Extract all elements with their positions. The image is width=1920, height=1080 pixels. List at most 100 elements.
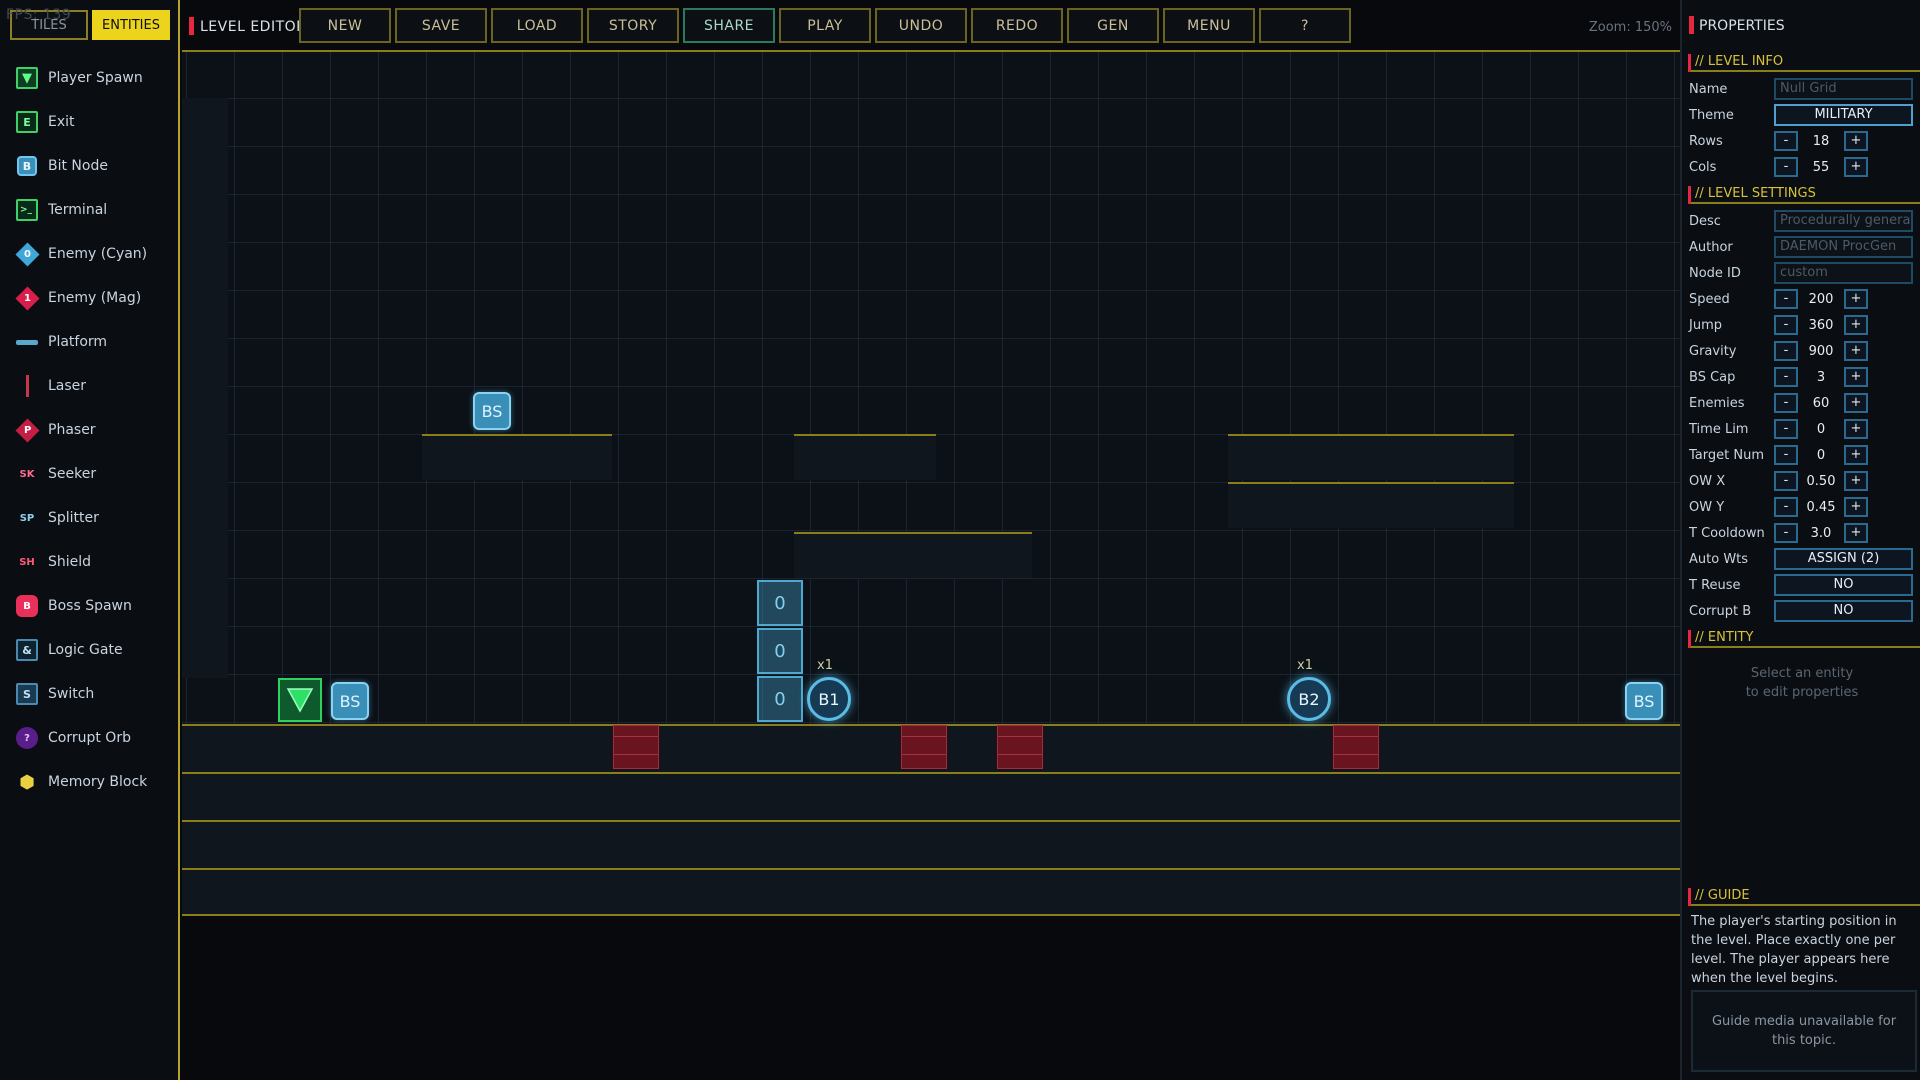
t-reuse-toggle[interactable]: NO [1774, 574, 1913, 596]
time-lim-increment-button[interactable]: + [1844, 419, 1868, 439]
palette-item-shield[interactable]: SH Shield [0, 540, 178, 584]
palette-item-memory-block[interactable]: ⬢ Memory Block [0, 760, 178, 804]
redo-button[interactable]: REDO [971, 8, 1063, 43]
tile-grid[interactable] [182, 50, 1680, 916]
story-button[interactable]: STORY [587, 8, 679, 43]
laser-tile[interactable] [901, 725, 947, 769]
prop-node-id: Node ID custom [1689, 262, 1919, 286]
load-button[interactable]: LOAD [491, 8, 583, 43]
menu-button[interactable]: MENU [1163, 8, 1255, 43]
ow-x-decrement-button[interactable]: - [1774, 471, 1798, 491]
palette-item-corrupt-orb[interactable]: ? Corrupt Orb [0, 716, 178, 760]
author-input[interactable]: DAEMON ProcGen [1774, 236, 1913, 258]
prop-label: BS Cap [1689, 370, 1736, 385]
palette-item-bit-node[interactable]: B Bit Node [0, 144, 178, 188]
tab-entities[interactable]: ENTITIES [92, 10, 170, 40]
laser-tile[interactable] [613, 725, 659, 769]
desc-input[interactable]: Procedurally generated [1774, 210, 1913, 232]
palette-item-enemy-cyan[interactable]: 0 Enemy (Cyan) [0, 232, 178, 276]
bit-tile[interactable]: 0 [757, 580, 803, 626]
prop-label: T Reuse [1689, 578, 1741, 593]
name-input[interactable]: Null Grid [1774, 78, 1913, 100]
bit-tile[interactable]: 0 [757, 676, 803, 722]
palette-item-seeker[interactable]: SK Seeker [0, 452, 178, 496]
t-cooldown-decrement-button[interactable]: - [1774, 523, 1798, 543]
corrupt-b-toggle[interactable]: NO [1774, 600, 1913, 622]
prop-gravity: Gravity -900 + [1689, 340, 1919, 364]
bs-entity[interactable]: BS [331, 682, 369, 720]
undo-button[interactable]: UNDO [875, 8, 967, 43]
platform-edge [794, 532, 1032, 534]
entity-list: ▼ Player Spawn E Exit B Bit Node >_ Term… [0, 56, 178, 804]
platform-tile [1228, 434, 1514, 480]
palette-item-splitter[interactable]: SP Splitter [0, 496, 178, 540]
bit-tile[interactable]: 0 [757, 628, 803, 674]
target-num-increment-button[interactable]: + [1844, 445, 1868, 465]
prop-label: Time Lim [1689, 422, 1749, 437]
bs-entity[interactable]: BS [473, 392, 511, 430]
ow-y-decrement-button[interactable]: - [1774, 497, 1798, 517]
corrupt-orb-icon: ? [14, 725, 40, 751]
rows-decrement-button[interactable]: - [1774, 131, 1798, 151]
level-canvas[interactable]: 0 0 0 BS BS BS x1 B1 x1 B2 [182, 50, 1680, 1080]
bs-entity[interactable]: BS [1625, 682, 1663, 720]
prop-label: Target Num [1689, 448, 1764, 463]
rows-increment-button[interactable]: + [1844, 131, 1868, 151]
laser-tile[interactable] [1333, 725, 1379, 769]
palette-item-label: Logic Gate [48, 642, 123, 658]
palette-item-logic-gate[interactable]: & Logic Gate [0, 628, 178, 672]
palette-item-label: Memory Block [48, 774, 148, 790]
speed-decrement-button[interactable]: - [1774, 289, 1798, 309]
auto-weights-button[interactable]: ASSIGN (2) [1774, 548, 1913, 570]
palette-item-platform[interactable]: Platform [0, 320, 178, 364]
palette-item-exit[interactable]: E Exit [0, 100, 178, 144]
enemies-increment-button[interactable]: + [1844, 393, 1868, 413]
palette-item-switch[interactable]: S Switch [0, 672, 178, 716]
prop-theme: Theme MILITARY [1689, 104, 1919, 128]
boss-entity-b2[interactable]: B2 [1287, 677, 1331, 721]
save-button[interactable]: SAVE [395, 8, 487, 43]
boss-spawn-icon: B [14, 593, 40, 619]
ow-x-increment-button[interactable]: + [1844, 471, 1868, 491]
prop-label: Theme [1689, 108, 1734, 123]
speed-increment-button[interactable]: + [1844, 289, 1868, 309]
prop-bs-cap: BS Cap - 3 + [1689, 366, 1919, 390]
gravity-increment-button[interactable]: + [1844, 341, 1868, 361]
target-num-decrement-button[interactable]: - [1774, 445, 1798, 465]
palette-item-boss-spawn[interactable]: B Boss Spawn [0, 584, 178, 628]
cols-increment-button[interactable]: + [1844, 157, 1868, 177]
target-num-value: 0 [1816, 448, 1826, 463]
ow-y-increment-button[interactable]: + [1844, 497, 1868, 517]
time-lim-decrement-button[interactable]: - [1774, 419, 1798, 439]
floor-edge [182, 914, 1680, 916]
bs-cap-decrement-button[interactable]: - [1774, 367, 1798, 387]
help-button[interactable]: ? [1259, 8, 1351, 43]
enemies-decrement-button[interactable]: - [1774, 393, 1798, 413]
new-button[interactable]: NEW [299, 8, 391, 43]
palette-item-player-spawn[interactable]: ▼ Player Spawn [0, 56, 178, 100]
prop-rows: Rows - 18 + [1689, 130, 1919, 154]
share-button[interactable]: SHARE [683, 8, 775, 43]
palette-item-laser[interactable]: Laser [0, 364, 178, 408]
boss-entity-b1[interactable]: B1 [807, 677, 851, 721]
node-id-input[interactable]: custom [1774, 262, 1913, 284]
laser-icon [14, 373, 40, 399]
terminal-icon: >_ [14, 197, 40, 223]
player-spawn-entity[interactable] [278, 678, 322, 722]
palette-item-terminal[interactable]: >_ Terminal [0, 188, 178, 232]
play-button[interactable]: PLAY [779, 8, 871, 43]
jump-increment-button[interactable]: + [1844, 315, 1868, 335]
cols-decrement-button[interactable]: - [1774, 157, 1798, 177]
laser-tile[interactable] [997, 725, 1043, 769]
jump-decrement-button[interactable]: - [1774, 315, 1798, 335]
ow-y-value: 0.45 [1806, 500, 1836, 515]
theme-select[interactable]: MILITARY [1774, 104, 1913, 126]
t-cooldown-increment-button[interactable]: + [1844, 523, 1868, 543]
bs-cap-increment-button[interactable]: + [1844, 367, 1868, 387]
palette-item-enemy-magenta[interactable]: 1 Enemy (Mag) [0, 276, 178, 320]
gen-button[interactable]: GEN [1067, 8, 1159, 43]
prop-t-reuse: T Reuse NO [1689, 574, 1919, 598]
palette-item-phaser[interactable]: P Phaser [0, 408, 178, 452]
prop-label: Name [1689, 82, 1728, 97]
gravity-decrement-button[interactable]: - [1774, 341, 1798, 361]
